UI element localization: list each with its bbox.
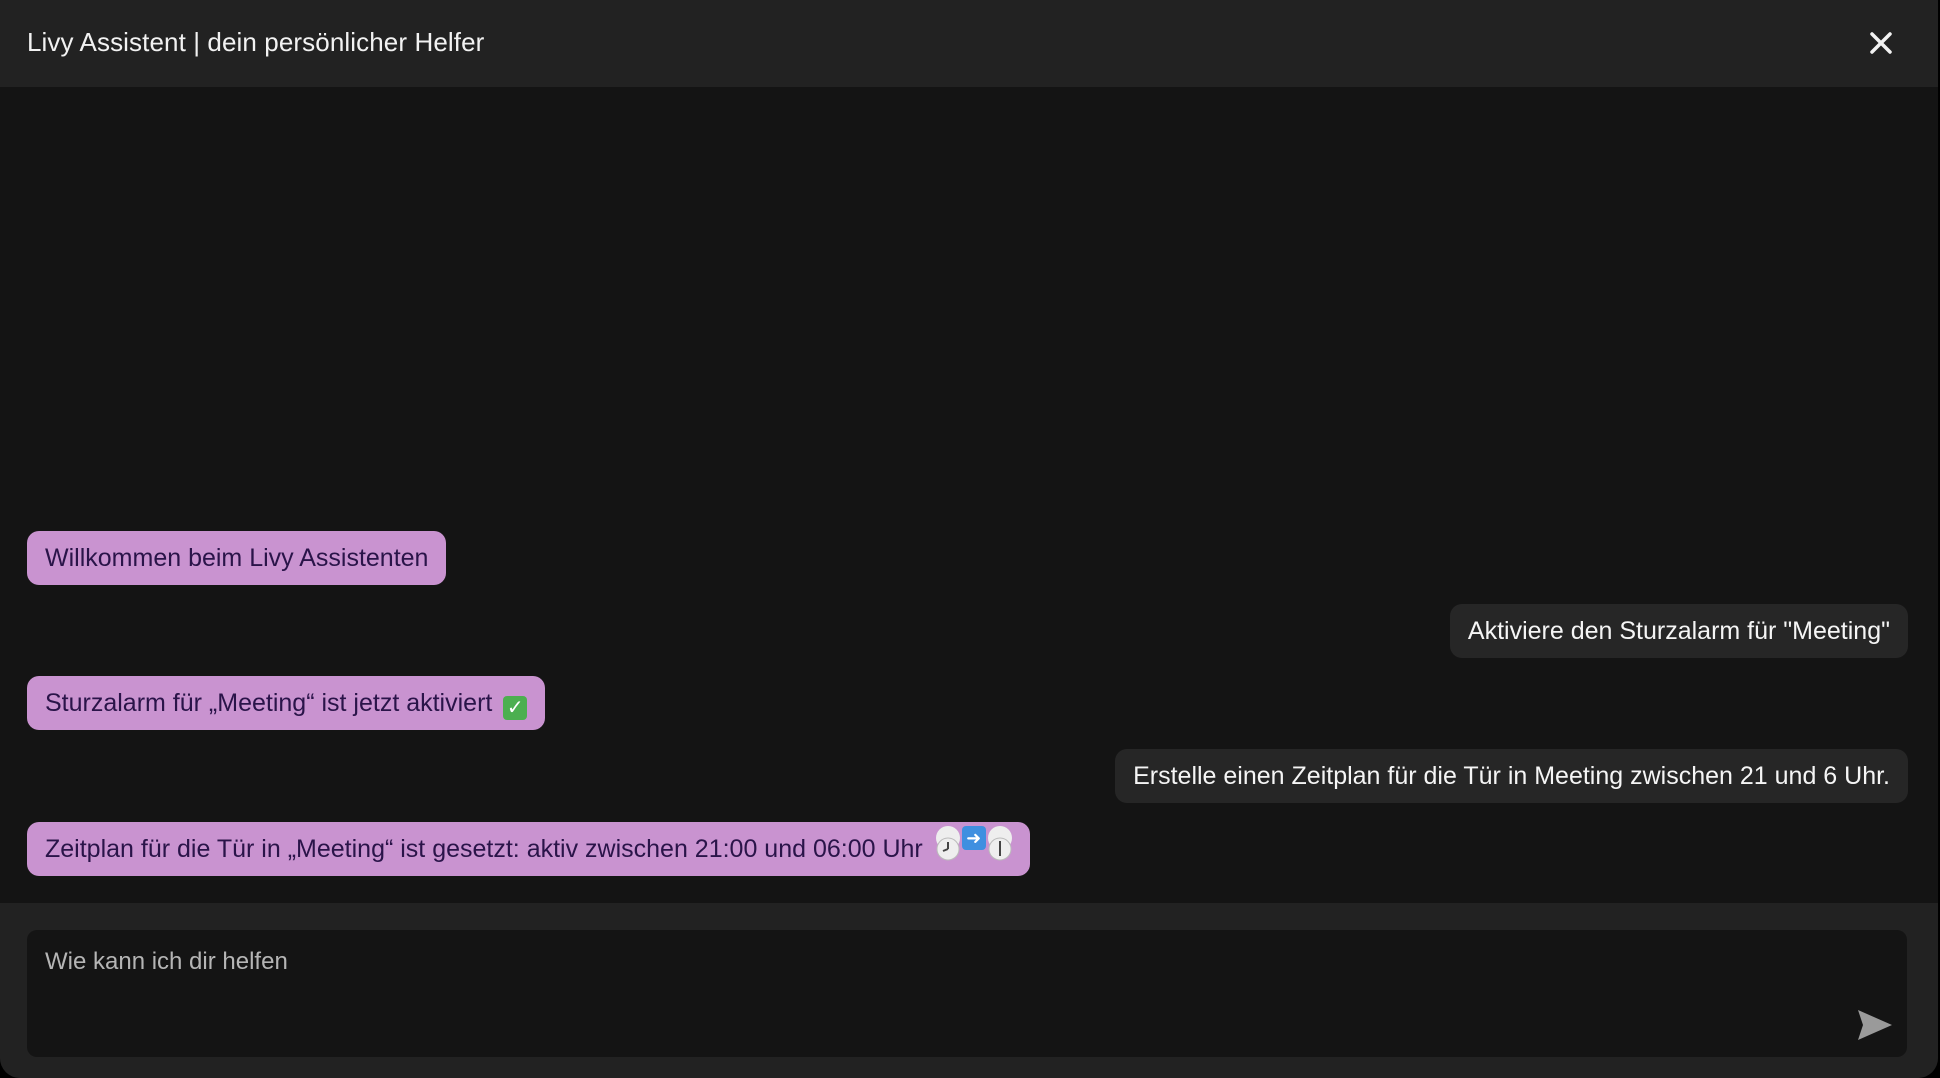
close-icon [1870,32,1892,54]
header-bar: Livy Assistent | dein persönlicher Helfe… [0,0,1938,87]
assistant-window: Livy Assistent | dein persönlicher Helfe… [0,0,1938,1078]
message-input[interactable] [27,930,1807,1057]
composer-bar [0,903,1938,1078]
user-message: Aktiviere den Sturzalarm für "Meeting" [1449,604,1908,658]
message-text: Willkommen beim Livy Assistenten [45,544,429,572]
bot-message: Willkommen beim Livy Assistenten [27,531,447,585]
check-mark-icon: ✓ [503,696,528,720]
message-text: Zeitplan für die Tür in „Meeting“ ist ge… [45,835,923,863]
close-button[interactable] [1862,24,1900,62]
message-text: Sturzalarm für „Meeting“ ist jetzt aktiv… [45,689,493,717]
right-arrow-icon: ➜ [961,826,986,850]
message-text: Erstelle einen Zeitplan für die Tür in M… [1133,762,1890,790]
window-title: Livy Assistent | dein persönlicher Helfe… [27,27,485,57]
bot-message: Zeitplan für die Tür in „Meeting“ ist ge… [27,822,1030,876]
send-button[interactable] [1855,1007,1895,1043]
message-text: Aktiviere den Sturzalarm für "Meeting" [1467,617,1890,645]
chat-history[interactable]: Willkommen beim Livy Assistenten Aktivie… [0,87,1938,903]
user-message: Erstelle einen Zeitplan für die Tür in M… [1115,749,1908,803]
message-input-container [27,930,1907,1057]
clock-icon [987,826,1012,861]
bot-message: Sturzalarm für „Meeting“ ist jetzt aktiv… [27,676,546,730]
send-icon [1858,1010,1892,1040]
clock-icon [935,826,960,861]
clock-arrow-clock-icons: ➜ [935,826,1012,861]
